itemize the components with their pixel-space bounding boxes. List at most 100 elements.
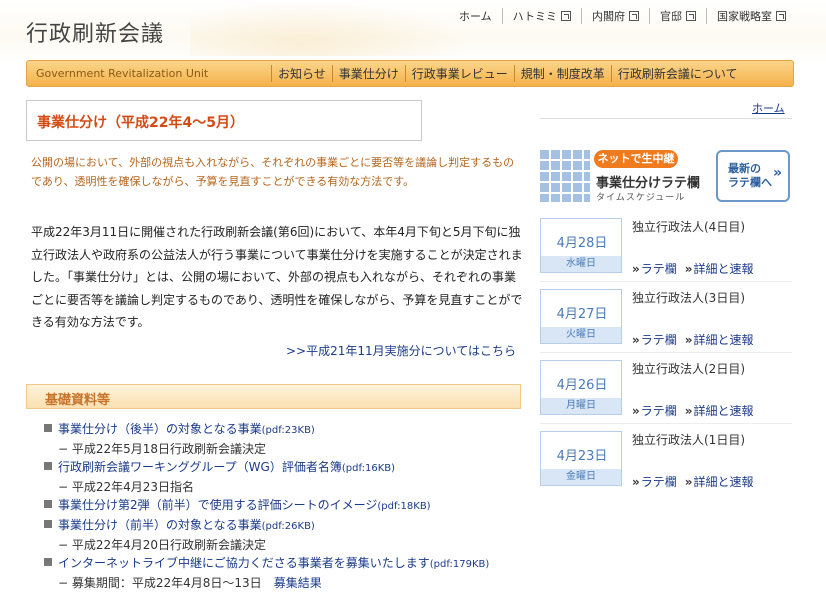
document-label: 事業仕分け（後半）の対象となる事業 — [58, 422, 262, 436]
latest-listing-button[interactable]: 最新の ラテ欄へ » — [716, 150, 790, 202]
top-link-label: 官邸 — [660, 10, 682, 23]
list-item: 事業仕分け（前半）の対象となる事業(pdf:26KB) − 平成22年4月20日… — [44, 516, 524, 554]
document-note: − 平成22年4月23日指名 — [58, 480, 195, 494]
section-header: 基礎資料等 — [26, 384, 521, 409]
external-link-icon — [776, 11, 786, 21]
button-line: ラテ欄へ — [728, 176, 772, 189]
home-link[interactable]: ホーム — [752, 100, 785, 116]
document-label: 事業仕分け第2弾（前半）で使用する評価シートのイメージ — [58, 498, 378, 512]
site-title[interactable]: 行政刷新会議 — [26, 16, 164, 48]
tv-listing-link[interactable]: »ラテ欄 — [632, 260, 677, 277]
bullet-icon — [44, 558, 52, 566]
list-item: インターネットライブ中継にご協力くださる事業者を募集いたします(pdf:179K… — [44, 554, 524, 592]
document-label: インターネットライブ中継にご協力くださる事業者を募集いたします — [58, 556, 430, 570]
nav-item-shiwake[interactable]: 事業仕分け — [331, 65, 405, 82]
document-link[interactable]: インターネットライブ中継にご協力くださる事業者を募集いたします(pdf:179K… — [58, 556, 489, 570]
schedule-date: 4月23日 — [556, 449, 608, 464]
link-label: 詳細と速報 — [693, 333, 754, 347]
file-size: (pdf:179KB) — [429, 559, 490, 570]
double-arrow-icon: » — [632, 404, 640, 418]
divider — [540, 423, 792, 424]
document-link[interactable]: 行政刷新会議ワーキンググループ（WG）評価者名簿(pdf:16KB) — [58, 460, 395, 474]
document-link[interactable]: 事業仕分け（前半）の対象となる事業(pdf:26KB) — [58, 518, 315, 532]
site-header: 行政刷新会議 ホーム ハトミミ 内閣府 官邸 国家戦略室 — [0, 0, 826, 62]
divider — [540, 352, 792, 353]
button-line: 最新の — [728, 162, 761, 175]
schedule-grid-icon — [540, 150, 590, 202]
list-item: 行政刷新会議ワーキンググループ（WG）評価者名簿(pdf:16KB) − 平成2… — [44, 458, 524, 496]
document-link[interactable]: 事業仕分け第2弾（前半）で使用する評価シートのイメージ(pdf:18KB) — [58, 498, 431, 512]
previous-session-link[interactable]: >>平成21年11月実施分についてはこちら — [286, 342, 516, 359]
list-item: 事業仕分け（後半）の対象となる事業(pdf:23KB) − 平成22年5月18日… — [44, 420, 524, 458]
double-arrow-icon: » — [684, 333, 693, 347]
header-decoration — [190, 0, 470, 56]
schedule-weekday: 金曜日 — [541, 469, 621, 485]
double-arrow-icon: » — [684, 262, 693, 276]
tv-listing-link[interactable]: »ラテ欄 — [632, 473, 677, 490]
intro-body: 平成22年3月11日に開催された行政刷新会議(第6回)において、本年4月下旬と5… — [31, 225, 523, 329]
top-link-cabinet-office[interactable]: 内閣府 — [581, 8, 649, 24]
date-card: 4月27日 火曜日 — [540, 289, 622, 344]
details-link[interactable]: »詳細と速報 — [685, 402, 754, 419]
page-title-box: 事業仕分け（平成22年4〜5月） — [26, 100, 422, 141]
recruitment-result-link[interactable]: 募集結果 — [274, 576, 322, 590]
schedule-title: 独立行政法人(4日目) — [632, 220, 745, 234]
details-link[interactable]: »詳細と速報 — [685, 331, 754, 348]
link-label: 詳細と速報 — [693, 475, 754, 489]
live-schedule-banner[interactable]: ネットで生中継 事業仕分けラテ欄 タイムスケジュール 最新の ラテ欄へ » — [540, 150, 792, 210]
double-arrow-icon: » — [632, 475, 640, 489]
date-card: 4月23日 金曜日 — [540, 431, 622, 486]
double-arrow-icon: » — [684, 404, 693, 418]
bullet-icon — [44, 462, 52, 470]
section-title: 基礎資料等 — [45, 393, 111, 408]
top-link-home[interactable]: ホーム — [449, 8, 502, 24]
chevron-right-icon: » — [772, 165, 782, 181]
nav-item-review[interactable]: 行政事業レビュー — [404, 65, 514, 82]
schedule-row: 4月28日 水曜日 独立行政法人(4日目) »ラテ欄 »詳細と速報 — [540, 218, 792, 278]
schedule-date: 4月26日 — [556, 378, 608, 393]
nav-item-news[interactable]: お知らせ — [271, 65, 332, 82]
document-label: 行政刷新会議ワーキンググループ（WG）評価者名簿 — [58, 460, 342, 474]
tv-listing-link[interactable]: »ラテ欄 — [632, 402, 677, 419]
document-label: 事業仕分け（前半）の対象となる事業 — [58, 518, 262, 532]
top-link-hatomimi[interactable]: ハトミミ — [501, 8, 581, 24]
nav-item-about[interactable]: 行政刷新会議について — [610, 65, 744, 82]
double-arrow-icon: » — [632, 333, 640, 347]
banner-title: 事業仕分けラテ欄 — [596, 176, 701, 191]
top-link-label: 国家戦略室 — [717, 10, 772, 23]
schedule-date: 4月28日 — [556, 236, 608, 251]
link-label: ラテ欄 — [640, 262, 677, 276]
top-links: ホーム ハトミミ 内閣府 官邸 国家戦略室 — [449, 8, 796, 24]
document-note: − 平成22年5月18日行政刷新会議決定 — [58, 442, 267, 456]
schedule-title: 独立行政法人(1日目) — [632, 433, 745, 447]
details-link[interactable]: »詳細と速報 — [685, 260, 754, 277]
external-link-icon — [561, 11, 571, 21]
top-link-label: ホーム — [458, 10, 492, 23]
link-label: ラテ欄 — [640, 475, 677, 489]
bullet-icon — [44, 424, 52, 432]
file-size: (pdf:23KB) — [261, 425, 315, 436]
top-link-kantei[interactable]: 官邸 — [649, 8, 706, 24]
top-link-national-policy[interactable]: 国家戦略室 — [706, 8, 796, 24]
divider — [540, 118, 792, 119]
document-note: − 募集期間：平成22年4月8日〜13日 募集結果 — [44, 574, 524, 592]
intro-summary: 公開の場において、外部の視点も入れながら、それぞれの事業ごとに要否等を議論し判定… — [31, 156, 515, 188]
list-item: 事業仕分け第2弾（前半）で使用する評価シートのイメージ(pdf:18KB) — [44, 496, 524, 516]
double-arrow-icon: » — [684, 475, 693, 489]
schedule-row: 4月26日 月曜日 独立行政法人(2日目) »ラテ欄 »詳細と速報 — [540, 352, 792, 420]
document-link[interactable]: 事業仕分け（後半）の対象となる事業(pdf:23KB) — [58, 422, 315, 436]
nav-brand: Government Revitalization Unit — [36, 67, 209, 80]
tv-listing-link[interactable]: »ラテ欄 — [632, 331, 677, 348]
file-size: (pdf:26KB) — [261, 521, 315, 532]
external-link-icon — [629, 11, 639, 21]
document-note-text: − 募集期間：平成22年4月8日〜13日 — [58, 576, 262, 590]
details-link[interactable]: »詳細と速報 — [685, 473, 754, 490]
bullet-icon — [44, 500, 52, 508]
date-card: 4月28日 水曜日 — [540, 218, 622, 273]
bullet-icon — [44, 520, 52, 528]
schedule-title: 独立行政法人(2日目) — [632, 362, 745, 376]
schedule-row: 4月27日 火曜日 独立行政法人(3日目) »ラテ欄 »詳細と速報 — [540, 281, 792, 349]
nav-item-regulation[interactable]: 規制・制度改革 — [513, 65, 611, 82]
schedule-title: 独立行政法人(3日目) — [632, 291, 745, 305]
main-nav: Government Revitalization Unit お知らせ 事業仕分… — [26, 60, 794, 87]
